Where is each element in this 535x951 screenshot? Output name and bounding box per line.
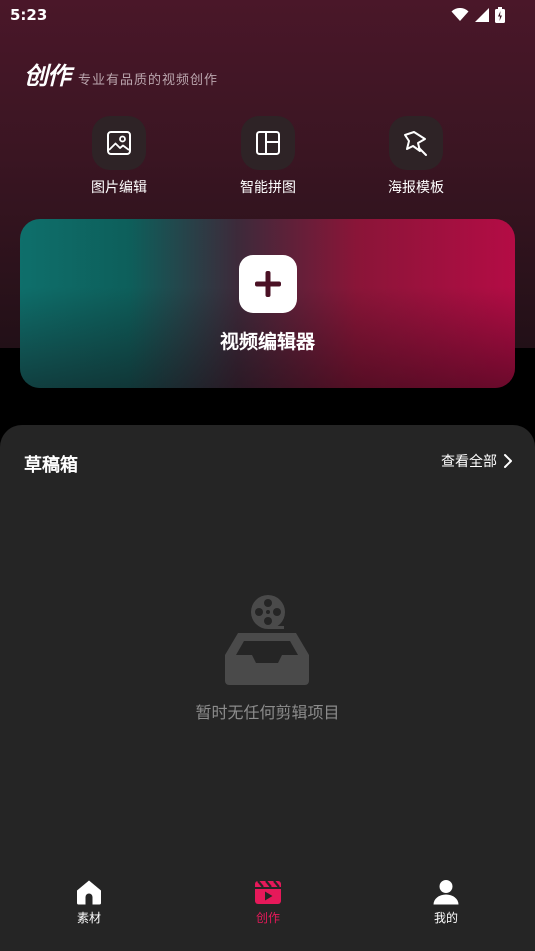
wifi-icon [451,8,469,21]
nav-item-profile[interactable]: 我的 [406,879,486,926]
video-editor-card[interactable]: 视频编辑器 [20,219,515,388]
nav-item-create[interactable]: 创作 [228,879,308,926]
brand-header: 创作 专业有品质的视频创作 [24,56,218,91]
nav-label: 素材 [76,911,101,925]
empty-state-text: 暂时无任何剪辑项目 [195,703,340,722]
status-time: 5:23 [10,6,48,24]
bottom-nav: 素材 创作 我的 [0,865,535,951]
tool-poster-template[interactable]: 海报模板 [361,116,471,197]
drafts-title: 草稿箱 [24,455,78,476]
nav-item-materials[interactable]: 素材 [49,879,129,926]
drafts-panel: 草稿箱 查看全部 暂时无任何剪辑项目 [0,425,535,865]
empty-inbox-film-icon [225,595,309,685]
image-edit-icon [107,131,131,155]
view-all-label: 查看全部 [441,454,497,470]
tool-label: 图片编辑 [91,180,147,196]
nav-label: 创作 [255,911,280,925]
tool-image-edit[interactable]: 图片编辑 [64,116,174,197]
battery-icon [495,7,505,23]
tool-icon-tile [241,116,295,170]
tool-label: 海报模板 [388,180,444,196]
profile-icon [433,880,459,905]
status-icons [451,7,505,23]
video-editor-label: 视频编辑器 [219,331,315,353]
page-subtitle: 专业有品质的视频创作 [78,73,219,88]
tool-icon-tile [92,116,146,170]
view-all-link[interactable]: 查看全部 [441,451,513,471]
status-bar: 5:23 [0,0,535,30]
signal-icon [475,8,489,22]
tool-icon-tile [389,116,443,170]
plus-icon [255,271,281,297]
film-clapper-icon [255,880,281,904]
tool-smart-collage[interactable]: 智能拼图 [213,116,323,197]
tool-label: 智能拼图 [240,180,296,196]
page-title: 创作 [24,62,71,90]
nav-label: 我的 [433,911,458,925]
new-video-button[interactable] [239,255,297,313]
chevron-right-icon [504,454,512,468]
collage-layout-icon [256,131,280,155]
home-icon [77,880,101,905]
poster-template-icon [404,131,427,156]
